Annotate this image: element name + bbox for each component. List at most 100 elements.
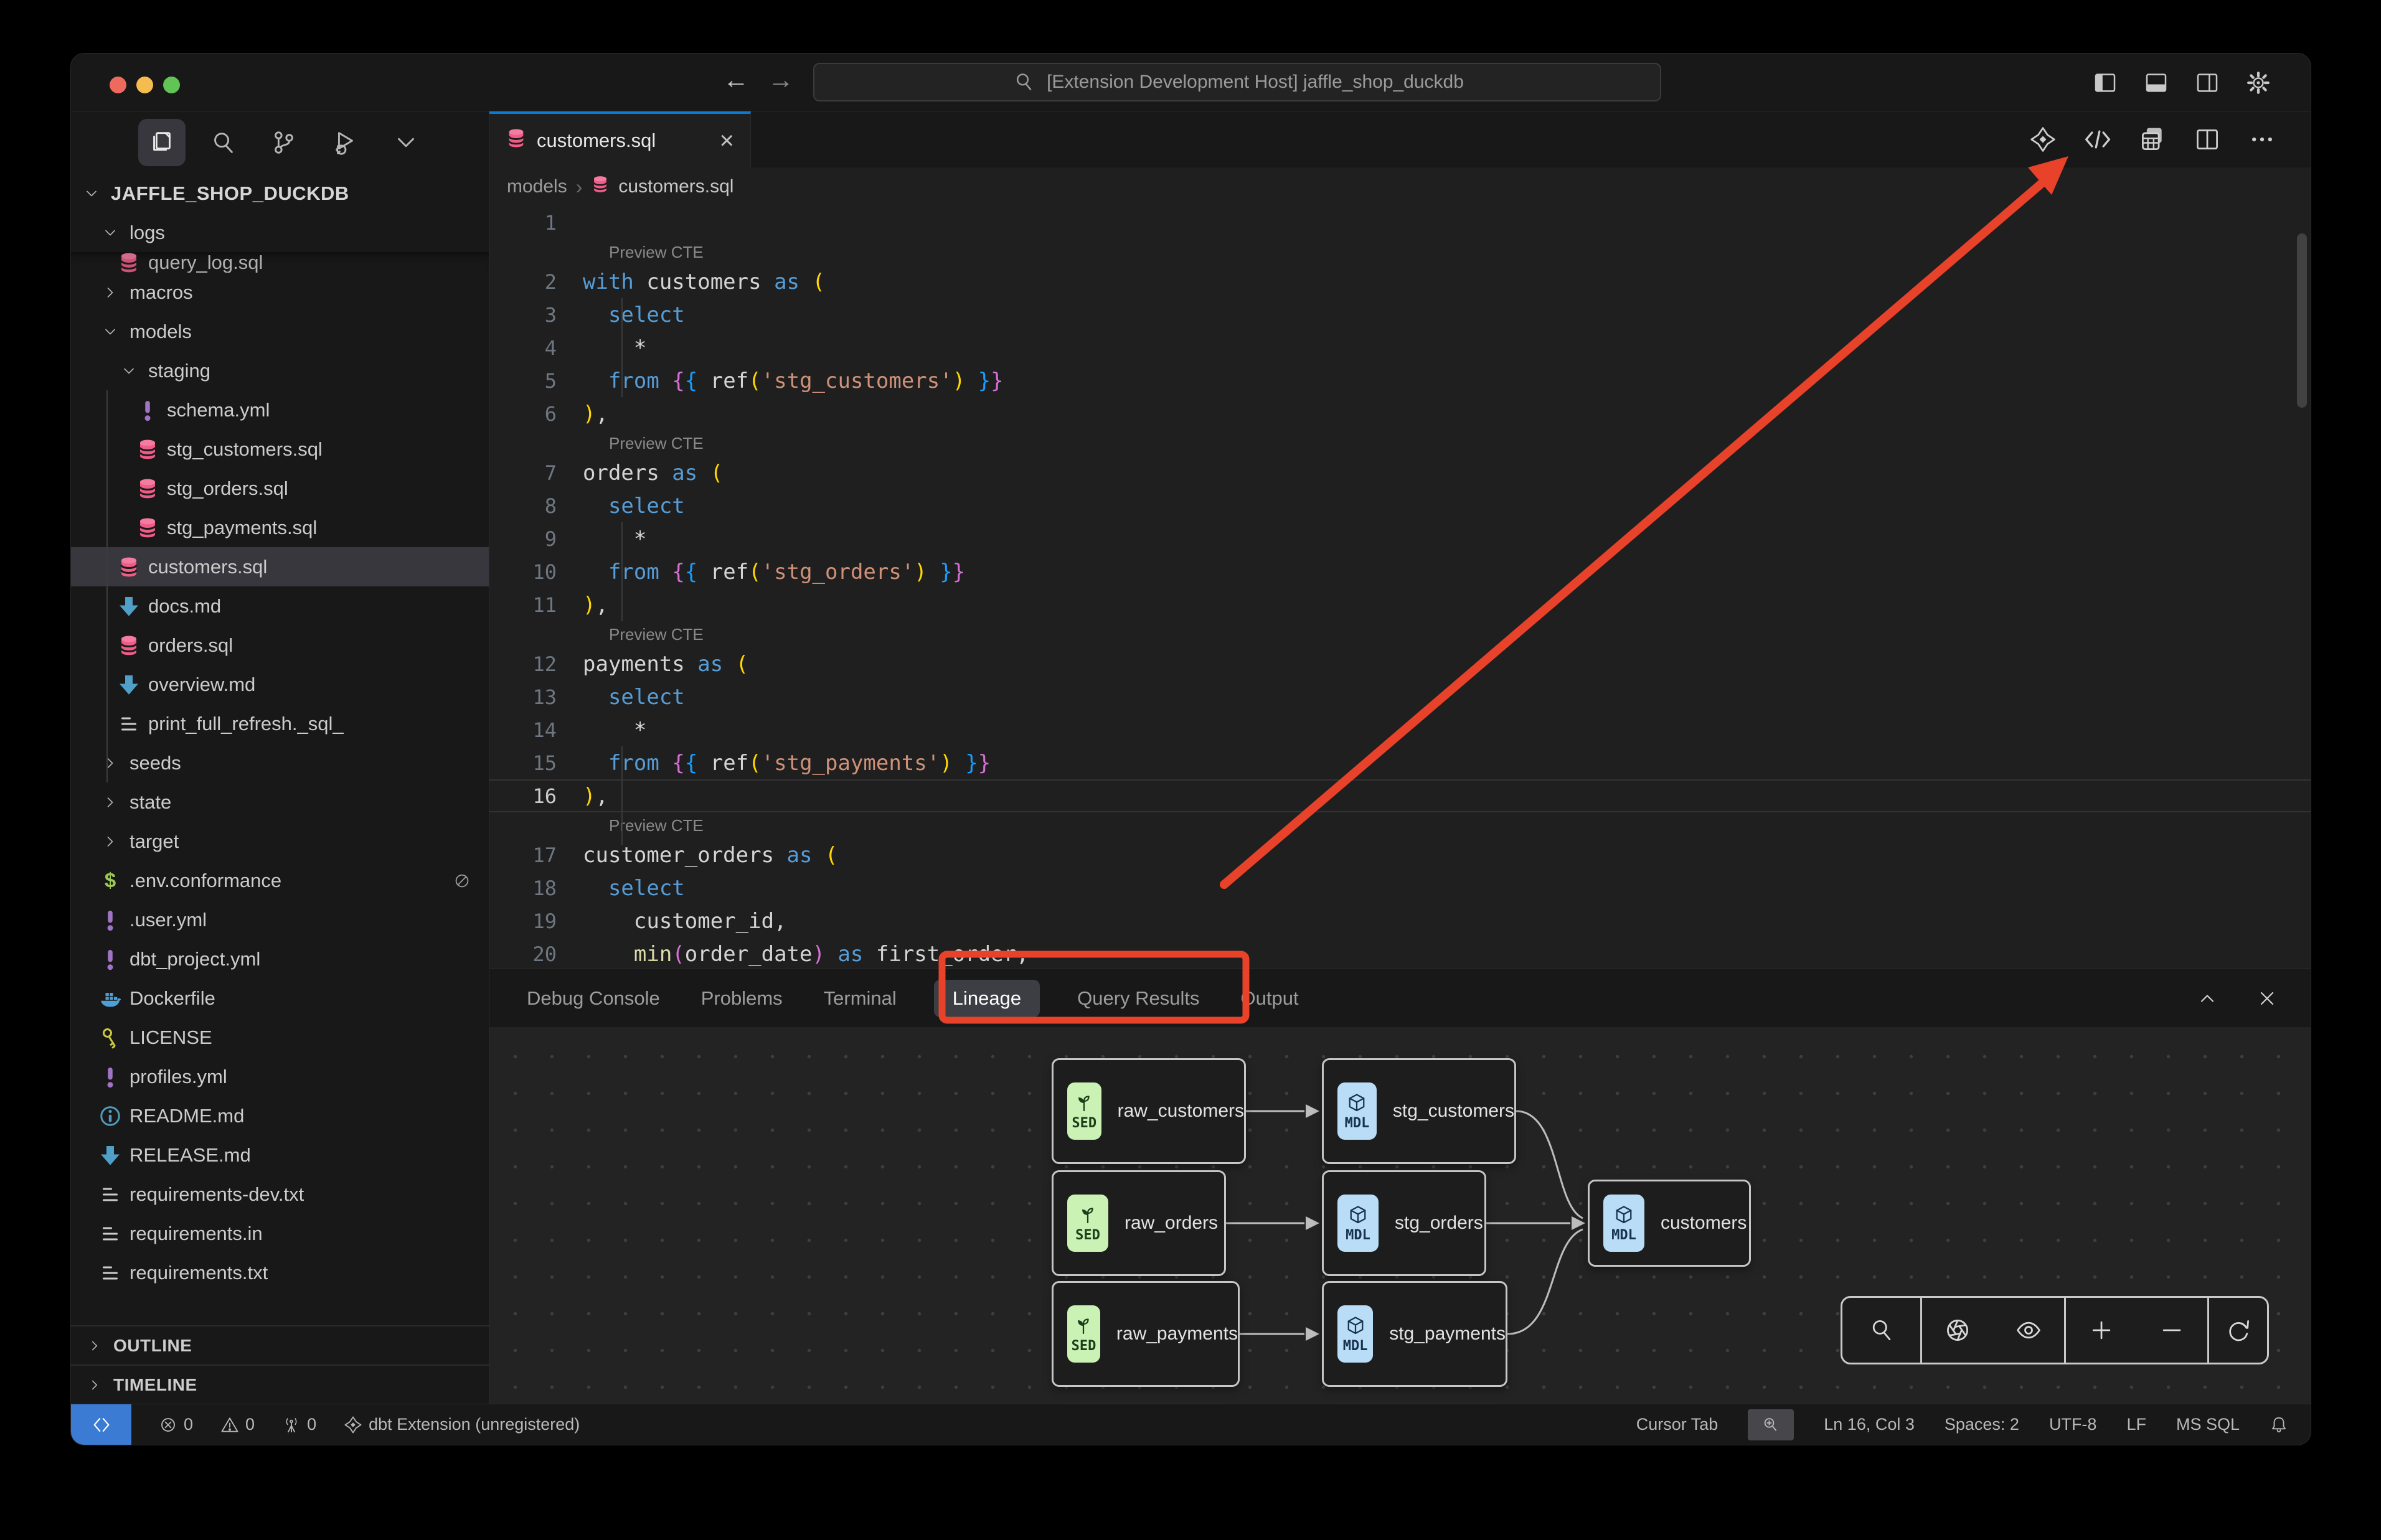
panel-tab-lineage[interactable]: Lineage [934, 980, 1040, 1017]
lineage-node-raw_payments[interactable]: SEDraw_payments [1052, 1281, 1240, 1387]
tree-item-requirements-txt[interactable]: requirements.txt [71, 1253, 489, 1292]
codelens-link[interactable]: Preview CTE [489, 430, 2311, 456]
lineage-node-stg_customers[interactable]: MDLstg_customers [1322, 1058, 1516, 1164]
code-text: ), [583, 401, 608, 426]
zoom-window-button[interactable] [163, 77, 180, 93]
lineage-node-raw_customers[interactable]: SEDraw_customers [1052, 1058, 1246, 1164]
plus-icon[interactable] [2088, 1317, 2115, 1344]
copy-table-icon[interactable] [2139, 126, 2166, 153]
status-ln-16-col-3[interactable]: Ln 16, Col 3 [1824, 1415, 1915, 1434]
tree-item-profiles-yml[interactable]: profiles.yml [71, 1057, 489, 1096]
lineage-node-stg_payments[interactable]: MDLstg_payments [1322, 1281, 1507, 1387]
tree-item-overview-md[interactable]: overview.md [71, 665, 489, 704]
status-error-icon[interactable]: 0 [159, 1415, 193, 1434]
breadcrumb-folder[interactable]: models [507, 176, 567, 197]
tree-item-stg-customers-sql[interactable]: stg_customers.sql [71, 430, 489, 469]
tree-item-logs[interactable]: logs [71, 213, 489, 252]
activity-item-more-views[interactable] [382, 119, 430, 166]
tree-item-stg-orders-sql[interactable]: stg_orders.sql [71, 469, 489, 508]
layout-panel-icon[interactable] [2143, 69, 2170, 96]
tree-item-docs-md[interactable]: docs.md [71, 586, 489, 626]
command-center-search[interactable]: [Extension Development Host] jaffle_shop… [813, 63, 1661, 101]
panel-tab-problems[interactable]: Problems [697, 980, 786, 1017]
sidebar-section-outline[interactable]: OUTLINE [71, 1325, 489, 1364]
close-window-button[interactable] [110, 77, 126, 93]
tree-item-target[interactable]: target [71, 822, 489, 861]
layout-sidebar-left-icon[interactable] [2091, 69, 2119, 96]
status-bell-icon[interactable] [2270, 1416, 2288, 1434]
status-ms-sql[interactable]: MS SQL [2176, 1415, 2240, 1434]
activity-item-source-control[interactable] [260, 119, 308, 166]
breadcrumb-file[interactable]: customers.sql [618, 176, 733, 197]
eye-icon[interactable] [2015, 1317, 2042, 1344]
chevron-up-icon[interactable] [2194, 985, 2221, 1012]
tree-item-seeds[interactable]: seeds [71, 743, 489, 782]
panel-tab-debug-console[interactable]: Debug Console [523, 980, 664, 1017]
close-tab-icon[interactable]: × [720, 128, 734, 153]
panel-tab-terminal[interactable]: Terminal [820, 980, 900, 1017]
tree-item-readme-md[interactable]: README.md [71, 1096, 489, 1135]
status-utf-8[interactable]: UTF-8 [2049, 1415, 2097, 1434]
activity-item-search[interactable] [199, 119, 247, 166]
status-spaces-2[interactable]: Spaces: 2 [1945, 1415, 2019, 1434]
db-file-icon [133, 477, 162, 500]
code-text: * [583, 527, 646, 552]
status-lf[interactable]: LF [2126, 1415, 2146, 1434]
tree-item-orders-sql[interactable]: orders.sql [71, 626, 489, 665]
lineage-node-customers[interactable]: MDLcustomers [1588, 1180, 1751, 1267]
tree-item-staging[interactable]: staging [71, 351, 489, 390]
lineage-node-stg_orders[interactable]: MDLstg_orders [1322, 1170, 1486, 1276]
aperture-icon[interactable] [1944, 1317, 1971, 1344]
status-radio-tower-icon[interactable]: 0 [282, 1415, 316, 1434]
tree-item-requirements-dev-txt[interactable]: requirements-dev.txt [71, 1175, 489, 1214]
activity-item-explorer[interactable] [138, 119, 186, 166]
close-icon[interactable] [2253, 985, 2281, 1012]
tree-item-dbt-project-yml[interactable]: dbt_project.yml [71, 939, 489, 979]
badge-label: MDL [1346, 1228, 1370, 1243]
minus-icon[interactable] [2158, 1317, 2185, 1344]
tree-item-jaffle-shop-duckdb[interactable]: JAFFLE_SHOP_DUCKDB [71, 174, 489, 213]
tree-item-dockerfile[interactable]: Dockerfile [71, 979, 489, 1018]
panel-tab-query-results[interactable]: Query Results [1073, 980, 1203, 1017]
sidebar-section-timeline[interactable]: TIMELINE [71, 1364, 489, 1404]
remote-indicator[interactable] [71, 1404, 131, 1445]
tree-item--user-yml[interactable]: .user.yml [71, 900, 489, 939]
layout-sidebar-right-icon[interactable] [2194, 69, 2221, 96]
tree-item-state[interactable]: state [71, 782, 489, 822]
codelens-link[interactable]: Preview CTE [489, 621, 2311, 647]
tree-item-requirements-in[interactable]: requirements.in [71, 1214, 489, 1253]
gear-icon[interactable] [2245, 69, 2272, 96]
status-cursor-tab[interactable]: Cursor Tab [1636, 1415, 1719, 1434]
back-button[interactable]: ← [719, 65, 753, 95]
dbt-icon[interactable] [2029, 126, 2057, 153]
status-zoom-plus-icon[interactable] [1748, 1409, 1794, 1440]
chevron-down-icon [96, 224, 125, 242]
code-icon[interactable] [2084, 126, 2111, 153]
tree-item--env-conformance[interactable]: $.env.conformance [71, 861, 489, 900]
tree-item-models[interactable]: models [71, 312, 489, 351]
tree-item-macros[interactable]: macros [71, 273, 489, 312]
magnifier-icon[interactable] [1868, 1317, 1895, 1344]
lineage-node-raw_orders[interactable]: SEDraw_orders [1052, 1170, 1226, 1276]
tree-item-stg-payments-sql[interactable]: stg_payments.sql [71, 508, 489, 547]
status-dbt-icon[interactable]: dbt Extension (unregistered) [344, 1415, 580, 1434]
lineage-graph[interactable]: SEDraw_customers MDLstg_customers SEDraw_o… [489, 1027, 2311, 1404]
forward-button[interactable]: → [763, 65, 798, 95]
tree-item-release-md[interactable]: RELEASE.md [71, 1135, 489, 1175]
dots-icon[interactable] [2248, 126, 2276, 153]
minimize-window-button[interactable] [136, 77, 153, 93]
refresh-icon[interactable] [2225, 1317, 2252, 1344]
tree-item-customers-sql[interactable]: customers.sql [71, 547, 489, 586]
tree-item-print-full-refresh-sql-[interactable]: print_full_refresh._sql_ [71, 704, 489, 743]
tree-item-query-log-sql[interactable]: query_log.sql [71, 252, 489, 273]
panel-tab-output[interactable]: Output [1237, 980, 1303, 1017]
tree-item-schema-yml[interactable]: schema.yml [71, 390, 489, 430]
split-icon[interactable] [2194, 126, 2221, 153]
status-warning-icon[interactable]: 0 [220, 1415, 255, 1434]
activity-item-run-and-debug[interactable] [321, 119, 369, 166]
tab-customers-sql[interactable]: customers.sql × [489, 111, 751, 167]
codelens-link[interactable]: Preview CTE [489, 812, 2311, 838]
codelens-link[interactable]: Preview CTE [489, 239, 2311, 265]
tree-item-license[interactable]: LICENSE [71, 1018, 489, 1057]
code-editor[interactable]: 1Preview CTE2with customers as (3 select… [489, 206, 2311, 969]
